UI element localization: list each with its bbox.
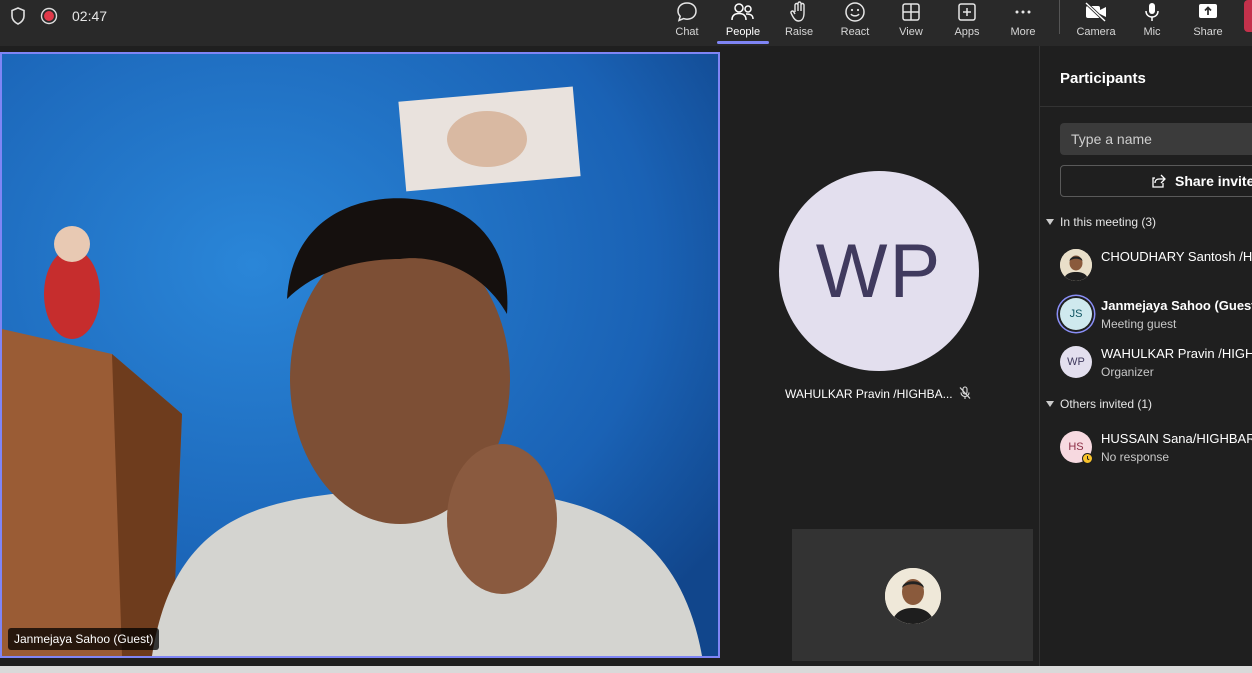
participant-name: CHOUDHARY Santosh /H <box>1101 249 1252 264</box>
apps-plus-icon <box>958 3 976 21</box>
participant-role: Organizer <box>1101 365 1154 379</box>
shield-icon <box>11 7 25 25</box>
self-preview-tile[interactable] <box>792 529 1033 661</box>
avatar <box>885 568 941 624</box>
mic-muted-icon <box>959 386 971 399</box>
chat-button[interactable]: Chat <box>659 0 715 44</box>
raise-hand-button[interactable]: Raise <box>771 0 827 44</box>
participant-video-feed <box>2 54 718 656</box>
people-label: People <box>725 26 761 38</box>
main-video-tile[interactable]: Janmejaya Sahoo (Guest) <box>0 52 720 658</box>
mic-label: Mic <box>1143 26 1161 38</box>
organizer-tile[interactable]: WP WAHULKAR Pravin /HIGHBA... <box>720 46 1038 526</box>
apps-label: Apps <box>954 26 980 38</box>
leave-button[interactable] <box>1244 0 1252 32</box>
view-grid-icon <box>902 3 920 21</box>
meeting-toolbar: 02:47 Chat People Raise React View Apps … <box>0 0 1252 46</box>
panel-title: Participants <box>1060 70 1146 87</box>
more-label: More <box>1010 26 1036 38</box>
view-button[interactable]: View <box>883 0 939 44</box>
participant-row[interactable]: JS Janmejaya Sahoo (Guest Meeting guest <box>1060 294 1252 334</box>
people-icon <box>731 3 754 21</box>
chat-icon <box>677 2 697 22</box>
pending-status-icon <box>1082 453 1093 464</box>
caret-down-icon <box>1046 401 1054 407</box>
participant-role: Meeting guest <box>1101 317 1177 331</box>
share-invite-button[interactable]: Share invite <box>1060 165 1252 197</box>
recording-icon <box>40 7 58 25</box>
share-button[interactable]: Share <box>1180 0 1236 44</box>
participant-status: No response <box>1101 450 1170 464</box>
tile-participant-name: WAHULKAR Pravin /HIGHBA... <box>785 387 953 401</box>
participant-name: WAHULKAR Pravin /HIGH <box>1101 346 1252 361</box>
section-header: Others invited (1) <box>1060 397 1153 411</box>
react-label: React <box>840 26 870 38</box>
meeting-status: 02:47 <box>10 6 107 26</box>
panel-divider <box>1040 106 1252 107</box>
apps-button[interactable]: Apps <box>939 0 995 44</box>
camera-label: Camera <box>1076 26 1116 38</box>
view-label: View <box>899 26 923 38</box>
participant-name-tag: Janmejaya Sahoo (Guest) <box>8 628 160 650</box>
mic-button[interactable]: Mic <box>1124 0 1180 44</box>
taskbar-edge <box>0 666 1252 673</box>
people-button[interactable]: People <box>715 0 771 44</box>
avatar: JS <box>1060 298 1092 330</box>
meeting-timer: 02:47 <box>72 8 108 24</box>
participant-row[interactable]: HS HUSSAIN Sana/HIGHBAR No response <box>1060 427 1252 467</box>
avatar: WP <box>1060 346 1092 378</box>
avatar <box>1060 249 1092 281</box>
camera-off-icon <box>1084 1 1107 23</box>
avatar: WP <box>779 171 979 371</box>
more-dots-icon <box>1015 10 1031 14</box>
participant-name: HUSSAIN Sana/HIGHBAR <box>1101 431 1252 446</box>
video-stage: Janmejaya Sahoo (Guest) WP WAHULKAR Prav… <box>0 46 1038 666</box>
react-button[interactable]: React <box>827 0 883 44</box>
mic-icon <box>1145 3 1159 21</box>
toolbar-divider <box>1059 0 1060 34</box>
participant-name: Janmejaya Sahoo (Guest <box>1101 298 1252 313</box>
more-button[interactable]: More <box>995 0 1051 44</box>
participant-row[interactable]: WP WAHULKAR Pravin /HIGH Organizer <box>1060 342 1252 382</box>
participants-panel: Participants Type a name Share invite In… <box>1039 46 1252 666</box>
share-invite-label: Share invite <box>1175 173 1252 189</box>
in-meeting-section-toggle[interactable]: In this meeting (3) <box>1046 215 1156 229</box>
react-smiley-icon <box>845 2 865 22</box>
others-invited-section-toggle[interactable]: Others invited (1) <box>1046 397 1152 411</box>
chat-label: Chat <box>675 26 699 38</box>
section-header: In this meeting (3) <box>1060 215 1157 229</box>
raise-hand-icon <box>790 1 805 22</box>
caret-down-icon <box>1046 219 1054 225</box>
participant-row[interactable]: CHOUDHARY Santosh /H <box>1060 245 1252 285</box>
camera-button[interactable]: Camera <box>1068 0 1124 44</box>
search-input[interactable]: Type a name <box>1060 123 1252 155</box>
raise-label: Raise <box>784 26 814 38</box>
share-label: Share <box>1193 26 1223 38</box>
share-screen-icon <box>1199 4 1217 18</box>
share-icon <box>1152 174 1166 188</box>
